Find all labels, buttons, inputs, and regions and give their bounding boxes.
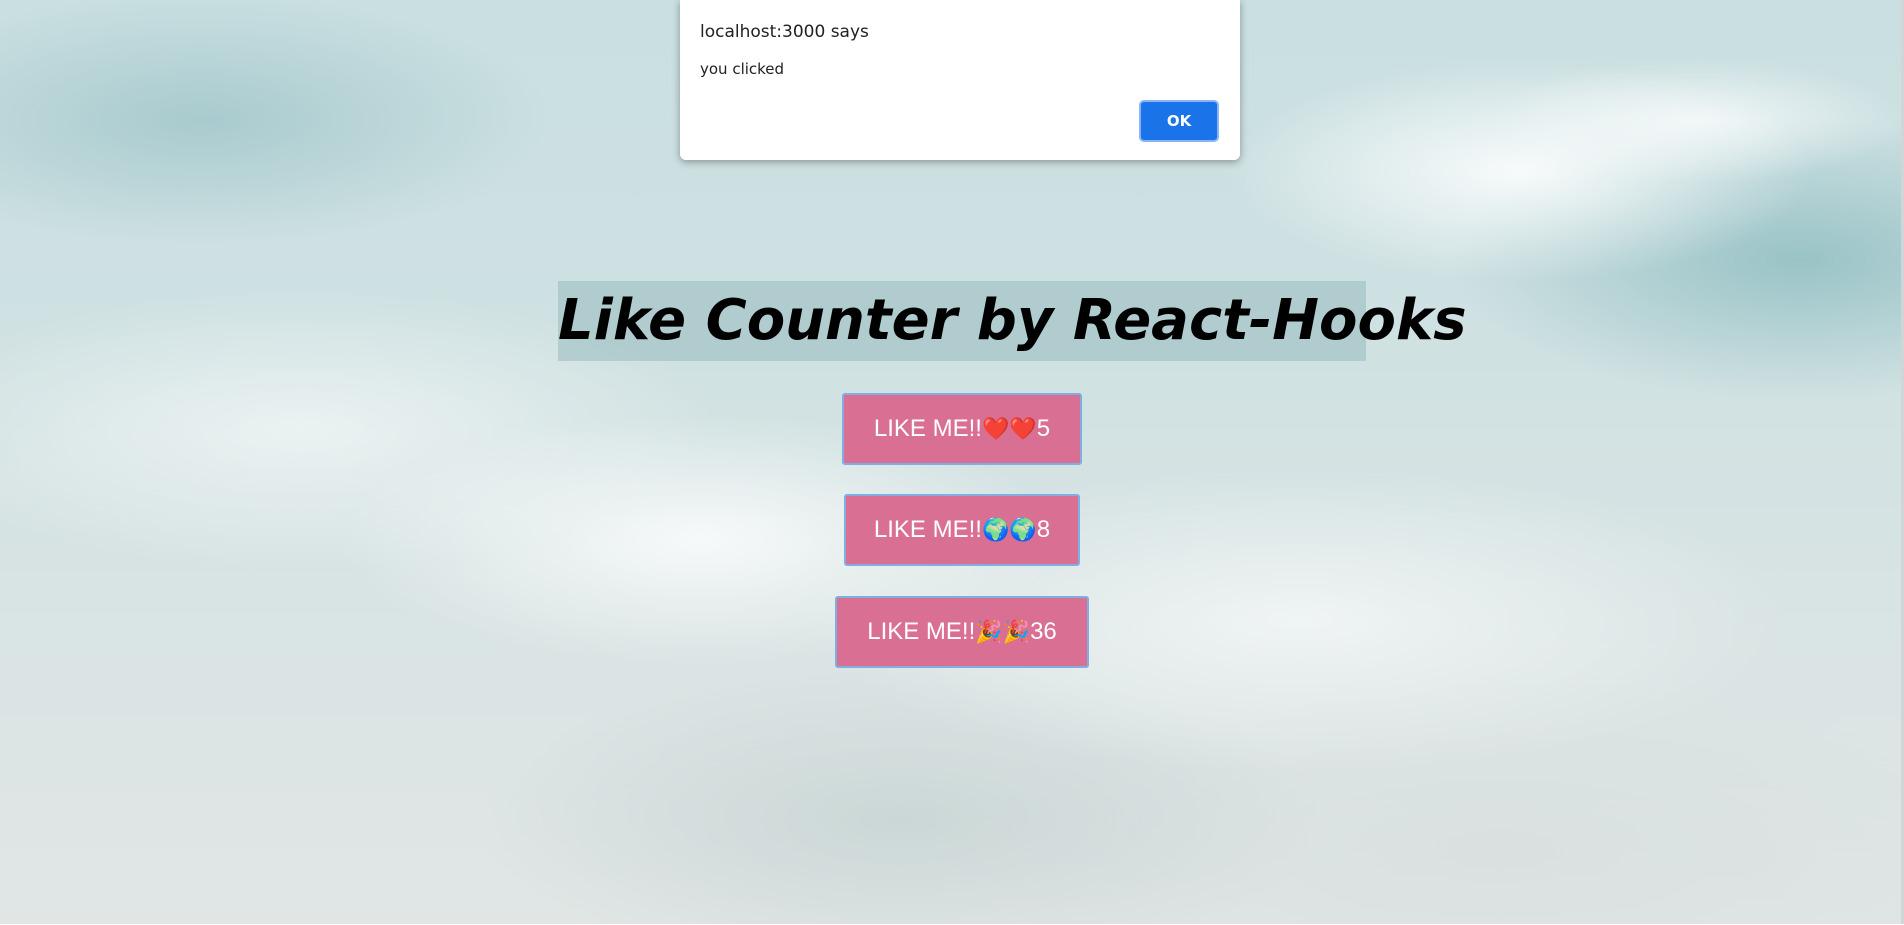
like-button-hearts[interactable]: LIKE ME!!❤️❤️5: [842, 393, 1082, 465]
alert-message: you clicked: [700, 60, 785, 78]
like-button-label: LIKE ME!!: [873, 516, 982, 543]
page-title: Like Counter by React-Hooks: [558, 281, 1467, 361]
globe-icon: 🌍🌍: [981, 517, 1037, 542]
like-button-party[interactable]: LIKE ME!!🎉🎉36: [835, 596, 1089, 668]
like-count: 36: [1030, 618, 1057, 645]
like-button-label: LIKE ME!!: [873, 415, 982, 442]
like-count: 8: [1036, 516, 1051, 543]
like-count: 5: [1036, 415, 1051, 442]
heart-icon: ❤️❤️: [981, 416, 1037, 441]
like-button-globes[interactable]: LIKE ME!!🌍🌍8: [844, 494, 1080, 566]
alert-ok-button[interactable]: OK: [1139, 100, 1219, 142]
party-popper-icon: 🎉🎉: [975, 619, 1031, 644]
alert-origin: localhost:3000 says: [700, 22, 869, 42]
alert-dialog: localhost:3000 says you clicked OK: [680, 0, 1240, 160]
like-button-label: LIKE ME!!: [867, 618, 976, 645]
